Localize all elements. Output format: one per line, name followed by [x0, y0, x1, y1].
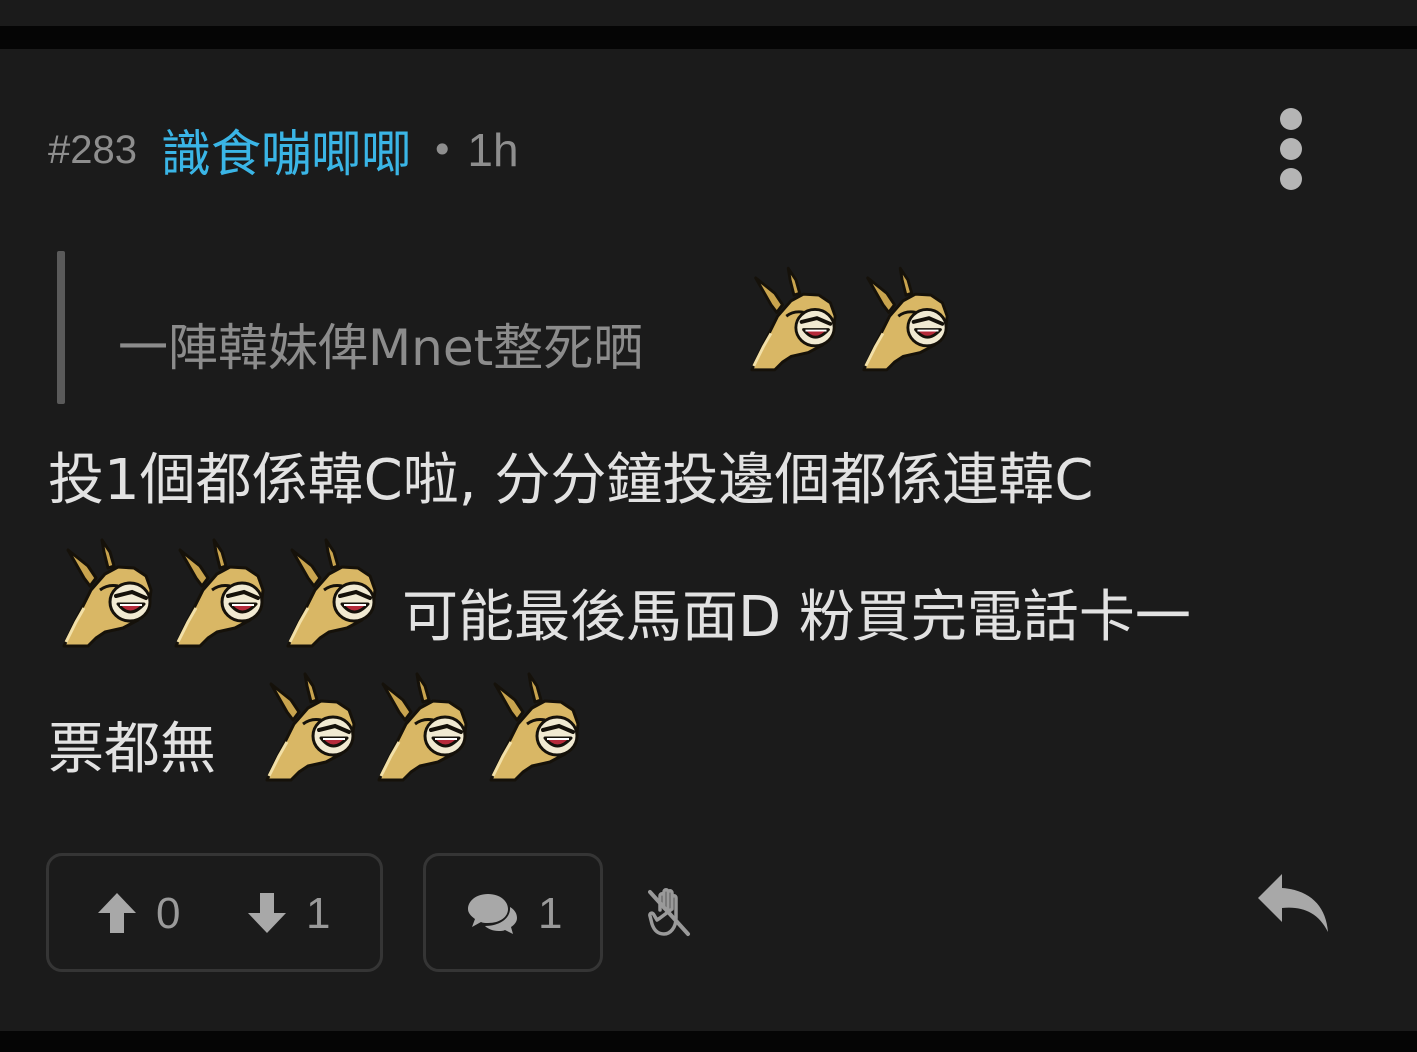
downvote-count: 1	[306, 889, 331, 938]
meta-separator: •	[430, 128, 454, 172]
reply-arrow-icon[interactable]	[1256, 872, 1330, 934]
horse-emoji-icon	[263, 672, 357, 784]
post-time: 1h	[467, 124, 519, 176]
comment-meta: #283 識食嘣唧唧 • 1h	[48, 112, 519, 188]
post-number: #283	[48, 127, 137, 172]
horse-emoji-icon	[748, 266, 838, 374]
horse-emoji-icon	[487, 672, 581, 784]
card-bottom-edge	[0, 1031, 1417, 1052]
upvote-arrow-icon[interactable]	[96, 891, 138, 935]
comment-count: 1	[538, 889, 563, 938]
author-name[interactable]: 識食嘣唧唧	[161, 114, 411, 186]
downvote-arrow-icon[interactable]	[246, 891, 288, 935]
body-line-3: 票都無	[48, 717, 216, 782]
more-dot	[1280, 108, 1302, 130]
quoted-text: 一陣韓妹俾Mnet整死晒	[118, 319, 644, 377]
horse-emoji-icon	[860, 266, 950, 374]
top-card-edge	[0, 0, 1417, 26]
card-divider	[0, 26, 1417, 49]
body-line-2: 可能最後馬面D 粉買完電話卡一	[402, 585, 1191, 650]
upvote-count: 0	[156, 889, 181, 938]
horse-emoji-icon	[375, 672, 469, 784]
horse-emoji-icon	[284, 538, 378, 650]
quote-bar	[57, 251, 65, 404]
block-user-hand-icon[interactable]	[648, 888, 694, 938]
chat-bubble-icon	[468, 894, 517, 934]
body-line-1: 投1個都係韓C啦, 分分鐘投邊個都係連韓C	[48, 448, 1094, 513]
more-options-icon[interactable]	[1270, 106, 1312, 196]
more-dot	[1280, 138, 1302, 160]
horse-emoji-icon	[172, 538, 266, 650]
horse-emoji-icon	[60, 538, 154, 650]
more-dot	[1280, 168, 1302, 190]
